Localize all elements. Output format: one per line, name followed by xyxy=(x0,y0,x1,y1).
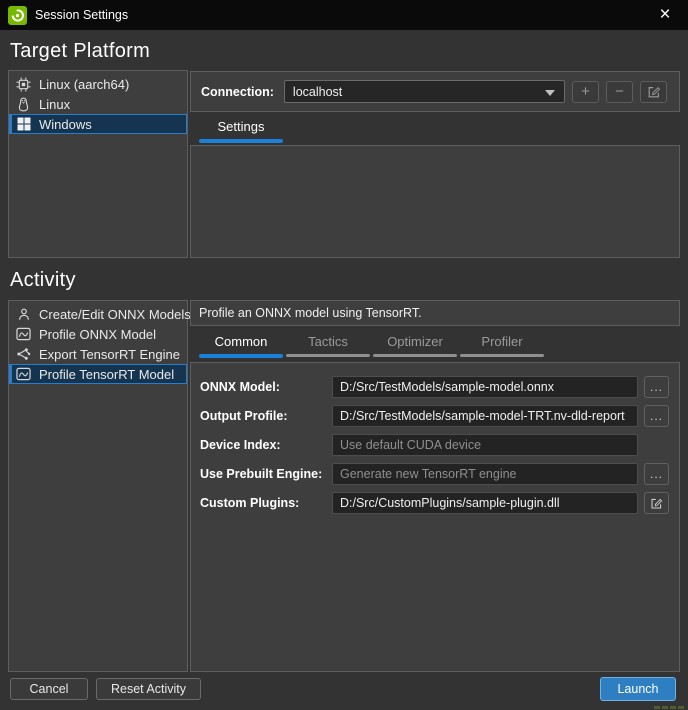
device-index-label: Device Index: xyxy=(200,438,332,452)
edit-connection-button[interactable] xyxy=(640,81,667,103)
activity-item-create-edit-onnx[interactable]: Create/Edit ONNX Models xyxy=(9,304,187,324)
tab-profiler[interactable]: Profiler xyxy=(460,334,544,357)
penguin-icon xyxy=(15,96,32,112)
activity-item-label: Profile TensorRT Model xyxy=(39,367,174,382)
platform-item-label: Windows xyxy=(39,117,92,132)
profile-chart-icon xyxy=(15,366,32,382)
activity-item-profile-onnx[interactable]: Profile ONNX Model xyxy=(9,324,187,344)
activity-item-label: Profile ONNX Model xyxy=(39,327,156,342)
use-prebuilt-engine-browse-button[interactable]: ... xyxy=(644,463,669,485)
form-row-output-profile: Output Profile: ... xyxy=(200,405,670,427)
activity-heading: Activity xyxy=(10,269,76,292)
windows-icon xyxy=(15,116,32,132)
activity-list: Create/Edit ONNX Models Profile ONNX Mod… xyxy=(8,300,188,672)
platform-item-linux[interactable]: Linux xyxy=(9,94,187,114)
connection-bar: Connection: localhost + − xyxy=(190,71,680,112)
reset-activity-button[interactable]: Reset Activity xyxy=(96,678,201,700)
connection-label: Connection: xyxy=(201,85,274,99)
tab-underline xyxy=(460,354,544,357)
form-row-use-prebuilt-engine: Use Prebuilt Engine: ... xyxy=(200,463,670,485)
platform-item-label: Linux xyxy=(39,97,70,112)
add-connection-button[interactable]: + xyxy=(572,81,599,103)
platform-item-windows[interactable]: Windows xyxy=(9,114,187,134)
device-index-input[interactable] xyxy=(332,434,638,456)
tab-tactics[interactable]: Tactics xyxy=(286,334,370,357)
activity-description: Profile an ONNX model using TensorRT. xyxy=(190,300,680,326)
chevron-down-icon xyxy=(545,90,555,96)
network-icon xyxy=(15,346,32,362)
activity-item-profile-tensorrt[interactable]: Profile TensorRT Model xyxy=(9,364,187,384)
remove-connection-button[interactable]: − xyxy=(606,81,633,103)
connection-dropdown[interactable]: localhost xyxy=(284,80,565,103)
custom-plugins-edit-button[interactable] xyxy=(644,492,669,514)
activity-item-export-tensorrt[interactable]: Export TensorRT Engine xyxy=(9,344,187,364)
tab-settings[interactable]: Settings xyxy=(199,119,283,143)
form-row-device-index: Device Index: xyxy=(200,434,670,456)
tab-underline xyxy=(286,354,370,357)
resize-grip[interactable] xyxy=(654,706,684,709)
platform-list: Linux (aarch64) Linux xyxy=(8,70,188,258)
window-title: Session Settings xyxy=(35,8,128,22)
activity-item-label: Export TensorRT Engine xyxy=(39,347,180,362)
tab-underline xyxy=(199,139,283,143)
output-profile-browse-button[interactable]: ... xyxy=(644,405,669,427)
activity-item-label: Create/Edit ONNX Models xyxy=(39,307,191,322)
onnx-model-label: ONNX Model: xyxy=(200,380,332,394)
form-row-onnx-model: ONNX Model: ... xyxy=(200,376,670,398)
app-logo-icon xyxy=(8,6,27,25)
tab-optimizer[interactable]: Optimizer xyxy=(373,334,457,357)
custom-plugins-label: Custom Plugins: xyxy=(200,496,332,510)
target-platform-heading: Target Platform xyxy=(10,40,150,63)
close-button[interactable]: × xyxy=(642,0,688,30)
tab-underline xyxy=(199,354,283,358)
tab-common[interactable]: Common xyxy=(199,334,283,358)
connection-value: localhost xyxy=(293,85,342,99)
settings-panel xyxy=(190,145,680,258)
cancel-button[interactable]: Cancel xyxy=(10,678,88,700)
output-profile-input[interactable] xyxy=(332,405,638,427)
session-settings-dialog: Session Settings × Target Platform Linux… xyxy=(0,0,688,710)
platform-item-label: Linux (aarch64) xyxy=(39,77,129,92)
form-row-custom-plugins: Custom Plugins: xyxy=(200,492,670,514)
onnx-model-browse-button[interactable]: ... xyxy=(644,376,669,398)
title-bar: Session Settings × xyxy=(0,0,688,30)
custom-plugins-input[interactable] xyxy=(332,492,638,514)
tab-underline xyxy=(373,354,457,357)
platform-item-linux-aarch64[interactable]: Linux (aarch64) xyxy=(9,74,187,94)
onnx-model-input[interactable] xyxy=(332,376,638,398)
launch-button[interactable]: Launch xyxy=(600,677,676,701)
use-prebuilt-engine-label: Use Prebuilt Engine: xyxy=(200,467,332,481)
use-prebuilt-engine-input[interactable] xyxy=(332,463,638,485)
profile-chart-icon xyxy=(15,326,32,342)
chip-icon xyxy=(15,76,32,92)
output-profile-label: Output Profile: xyxy=(200,409,332,423)
person-icon xyxy=(15,306,32,322)
